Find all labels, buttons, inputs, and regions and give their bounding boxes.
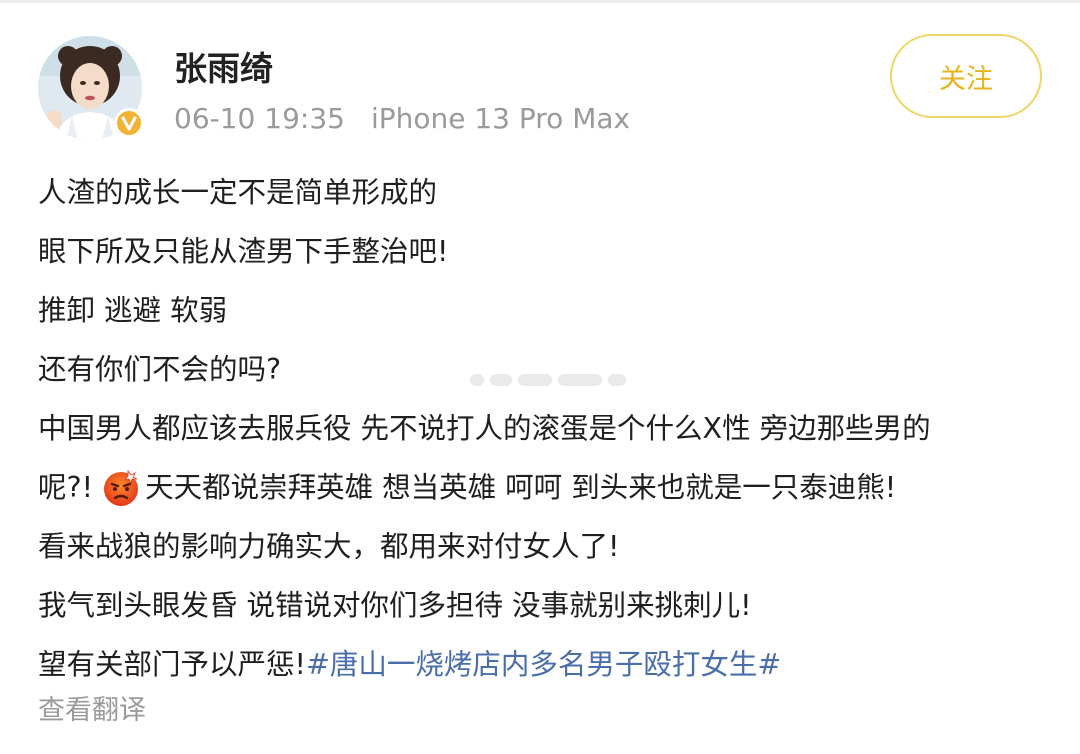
post-line-text: 天天都说崇拜英雄 想当英雄 呵呵 到头来也就是一只泰迪熊!	[145, 471, 897, 504]
post-line: 我气到头眼发昏 说错说对你们多担待 没事就别来挑刺儿!	[38, 589, 752, 622]
username[interactable]: 张雨绮	[174, 42, 273, 90]
post-line-with-hashtag: 望有关部门予以严惩! #唐山一烧烤店内多名男子殴打女生#	[38, 635, 1048, 694]
post-line: 推卸 逃避 软弱	[38, 294, 228, 327]
post-time: 06-10 19:35	[174, 102, 345, 135]
post-line-text: 呢?!	[38, 471, 94, 504]
verified-badge-icon	[114, 108, 144, 138]
post-line: 还有你们不会的吗?	[38, 353, 282, 386]
post-line: 中国男人都应该去服兵役 先不说打人的滚蛋是个什么X性 旁边那些男的	[38, 412, 931, 445]
post-line-text: 望有关部门予以严惩!	[38, 648, 306, 681]
follow-button[interactable]: 关注	[890, 34, 1042, 118]
post-line: 看来战狼的影响力确实大，都用来对付女人了!	[38, 530, 620, 563]
post-line-with-emoji: 呢?! 天天都说崇拜英雄 想当英雄 呵呵 到头来也就是一只泰迪熊!	[38, 458, 1048, 517]
hashtag-link[interactable]: #唐山一烧烤店内多名男子殴打女生#	[306, 635, 781, 694]
angry-face-icon	[101, 468, 141, 508]
post-content: 人渣的成长一定不是简单形成的 眼下所及只能从渣男下手整治吧! 推卸 逃避 软弱 …	[38, 163, 1048, 694]
post-line: 眼下所及只能从渣男下手整治吧!	[38, 235, 449, 268]
top-divider	[0, 0, 1080, 3]
post-device: iPhone 13 Pro Max	[370, 102, 631, 135]
view-translation-link[interactable]: 查看翻译	[38, 688, 146, 727]
post-line: 人渣的成长一定不是简单形成的	[38, 176, 438, 209]
image-placeholder-dots	[470, 371, 628, 389]
post-meta: 06-10 19:35 iPhone 13 Pro Max	[174, 102, 630, 135]
avatar[interactable]	[38, 36, 144, 140]
